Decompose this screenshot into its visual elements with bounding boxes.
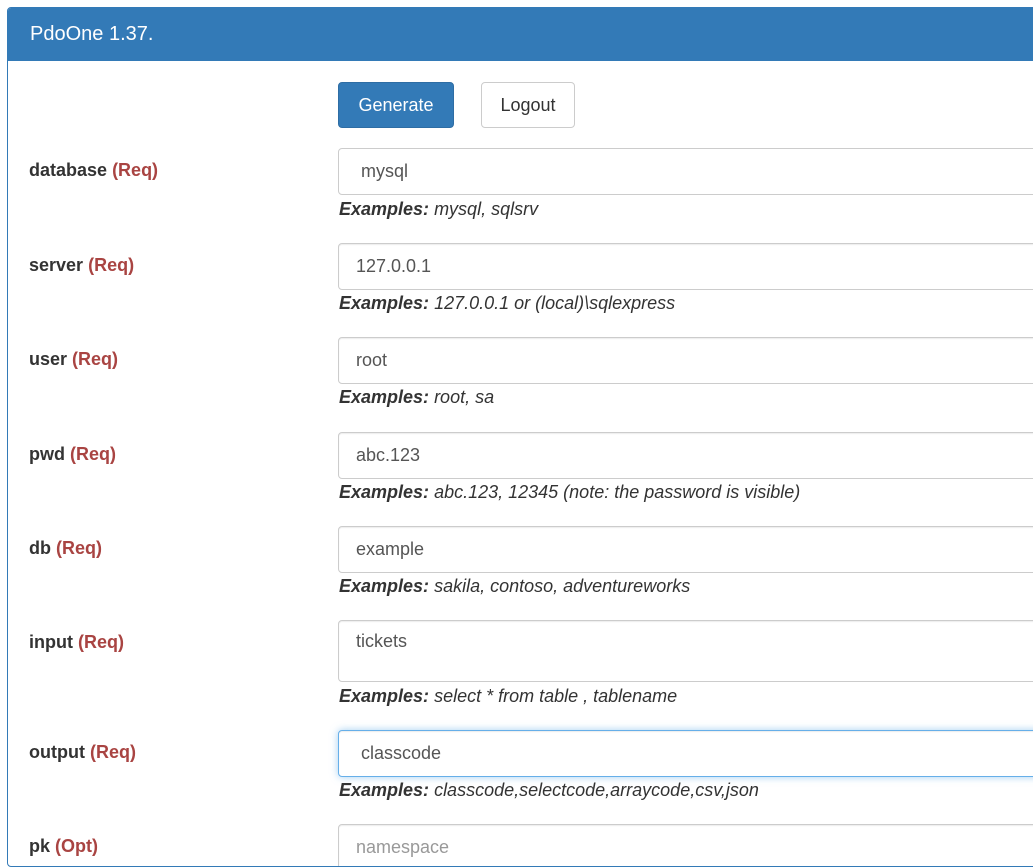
db-label: db (Req)	[29, 538, 103, 558]
output-input[interactable]: classcode	[338, 730, 1033, 777]
user-label: user (Req)	[29, 349, 119, 369]
input-textarea[interactable]: tickets	[338, 620, 1033, 682]
main-panel: PdoOne 1.37. Generate Logout database (R…	[7, 7, 1033, 867]
panel-heading: PdoOne 1.37.	[8, 8, 1033, 61]
database-label: database (Req)	[29, 160, 159, 180]
db-input[interactable]: example	[338, 526, 1033, 573]
input-label: input (Req)	[29, 632, 124, 652]
user-input[interactable]: root	[338, 337, 1033, 384]
server-input[interactable]: 127.0.0.1	[338, 243, 1033, 290]
pwd-input[interactable]: abc.123	[338, 432, 1033, 479]
database-help: Examples: mysql, sqlsrv	[339, 199, 539, 219]
db-help: Examples: sakila, contoso, adventurework…	[339, 576, 691, 596]
output-label: output (Req)	[29, 742, 136, 762]
pwd-help: Examples: abc.123, 12345 (note: the pass…	[339, 482, 801, 502]
input-help: Examples: select * from table , tablenam…	[339, 686, 678, 706]
server-label: server (Req)	[29, 255, 135, 275]
pk-input[interactable]: namespace	[338, 824, 1033, 866]
pk-label: pk (Opt)	[29, 836, 99, 856]
output-help: Examples: classcode,selectcode,arraycode…	[339, 780, 759, 800]
user-help: Examples: root, sa	[339, 387, 495, 407]
logout-button[interactable]: Logout	[481, 82, 575, 128]
database-input[interactable]: mysql	[338, 148, 1033, 195]
page-title: PdoOne 1.37.	[30, 23, 154, 45]
pwd-label: pwd (Req)	[29, 444, 117, 464]
server-help: Examples: 127.0.0.1 or (local)\sqlexpres…	[339, 293, 676, 313]
generate-button[interactable]: Generate	[338, 82, 454, 128]
